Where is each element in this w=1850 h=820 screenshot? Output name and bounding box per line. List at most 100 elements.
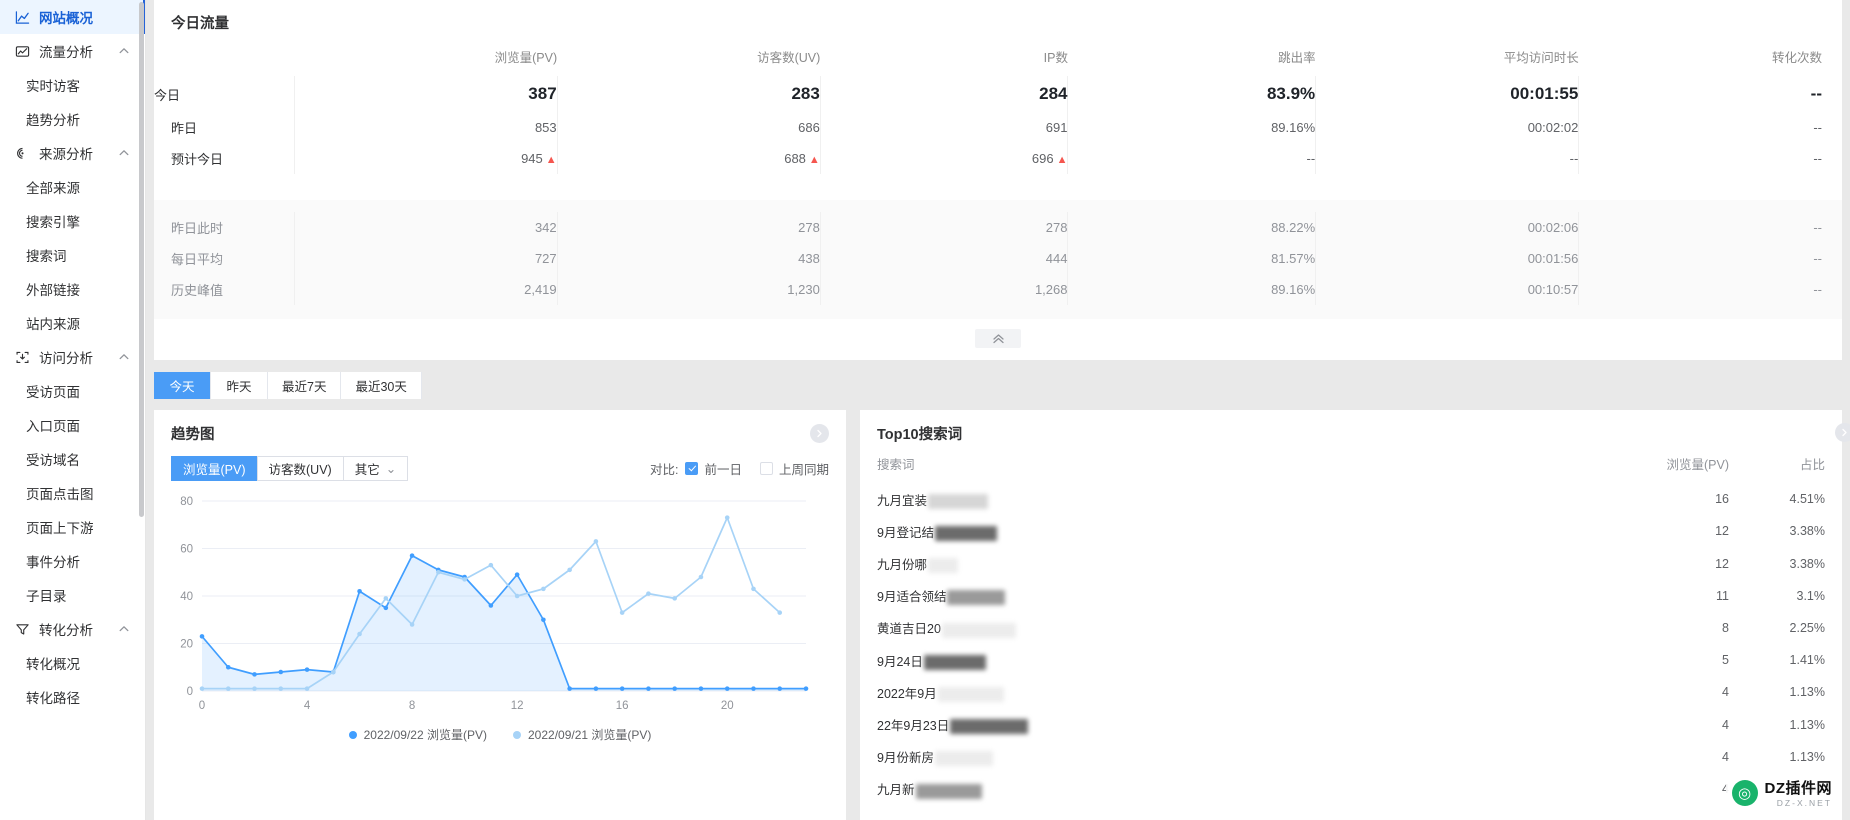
date-range-tabs: 今天 昨天 最近7天 最近30天 xyxy=(154,372,1842,399)
sidebar-subitem-9[interactable]: 站内来源 xyxy=(0,306,146,340)
compare-option-0[interactable]: 前一日 xyxy=(685,459,742,478)
traffic-cell-value: 945 xyxy=(521,151,543,166)
sidebar-subitem-15[interactable]: 页面上下游 xyxy=(0,510,146,544)
metric-button-label: 访客数(UV) xyxy=(268,463,332,477)
top10-panel-title: Top10搜索词 xyxy=(877,427,963,443)
trend-up-arrow-icon: ▲ xyxy=(545,154,557,166)
checkbox[interactable] xyxy=(685,462,699,475)
sidebar-subitem-19[interactable]: 转化概况 xyxy=(0,646,146,680)
top10-keyword-text: 9月适合领结 xyxy=(877,590,947,605)
sidebar-subitem-5[interactable]: 全部来源 xyxy=(0,170,146,204)
sidebar-subitem-13[interactable]: 受访域名 xyxy=(0,442,146,476)
legend-item-0[interactable]: 2022/09/22 浏览量(PV) xyxy=(348,726,487,743)
sidebar-subitem-label: 外部链接 xyxy=(26,283,80,298)
chevron-up-icon[interactable] xyxy=(118,45,130,57)
trend-up-arrow-icon: ▲ xyxy=(1056,154,1068,166)
sidebar-subitem-7[interactable]: 搜索词 xyxy=(0,238,146,272)
sidebar-item-4[interactable]: 来源分析 xyxy=(0,136,146,170)
traffic-cell: -- xyxy=(1578,143,1842,174)
chevron-up-icon[interactable] xyxy=(118,351,130,363)
top10-keyword-cell[interactable]: 九月新 xyxy=(860,773,1626,805)
sidebar-item-10[interactable]: 访问分析 xyxy=(0,340,146,374)
top10-keyword-text: 九月份哪 xyxy=(877,557,928,572)
collapse-toggle-button[interactable] xyxy=(975,329,1021,348)
traffic-col-header-0 xyxy=(154,33,294,76)
sidebar-subitem-2[interactable]: 实时访客 xyxy=(0,68,146,102)
svg-text:0: 0 xyxy=(199,700,205,712)
sidebar-subitem-label: 受访域名 xyxy=(26,453,80,468)
sidebar-subitem-14[interactable]: 页面点击图 xyxy=(0,476,146,510)
metric-button-label: 浏览量(PV) xyxy=(183,463,246,477)
sidebar-item-18[interactable]: 转化分析 xyxy=(0,612,146,646)
sidebar-item-1[interactable]: 流量分析 xyxy=(0,34,146,68)
sidebar-subitem-8[interactable]: 外部链接 xyxy=(0,272,146,306)
compare-options: 前一日 上周同期 xyxy=(685,459,829,478)
chevron-right-circle-icon xyxy=(817,429,822,438)
traffic-gray-cell: 00:01:56 xyxy=(1315,243,1579,274)
compare-option-1[interactable]: 上周同期 xyxy=(759,459,829,478)
tab-1[interactable]: 昨天 xyxy=(211,372,268,399)
top10-keyword-text: 9月24日 xyxy=(877,654,923,669)
top10-keyword-cell[interactable]: 9月适合领结 xyxy=(860,580,1626,612)
sidebar-subitem-6[interactable]: 搜索引擎 xyxy=(0,204,146,238)
top10-keyword-cell[interactable]: 2022年9月 xyxy=(860,676,1626,708)
sidebar-item-0[interactable]: 网站概况 xyxy=(0,0,146,34)
tab-3[interactable]: 最近30天 xyxy=(341,372,422,399)
sidebar-scrollbar-thumb[interactable] xyxy=(139,2,144,517)
trend-chart-svg: 0 20 40 60 80 0 4 8 12 16 20 xyxy=(180,496,809,712)
top10-keyword-cell[interactable]: 九月宜装 xyxy=(860,483,1626,515)
top10-keyword-cell[interactable]: 9月份新房 xyxy=(860,741,1626,773)
top10-expand-button[interactable] xyxy=(1835,423,1850,442)
svg-text:8: 8 xyxy=(409,700,415,712)
top10-keyword-cell[interactable]: 22年9月23日 xyxy=(860,708,1626,740)
sidebar-scrollbar[interactable] xyxy=(139,0,145,820)
trend-expand-button[interactable] xyxy=(810,424,829,443)
metric-button-2[interactable]: 其它 ⌄ xyxy=(342,456,409,481)
metric-button-1[interactable]: 访客数(UV) xyxy=(256,456,343,481)
traffic-gray-cell: 81.57% xyxy=(1067,243,1316,274)
traffic-col-header-6: 转化次数 xyxy=(1771,51,1822,65)
top10-pct-cell: 1.13% xyxy=(1789,749,1825,764)
traffic-gray-cell: -- xyxy=(1578,274,1842,305)
table-row: 22年9月23日 4 1.13% xyxy=(860,708,1842,740)
top10-keyword-text: 九月宜装 xyxy=(877,493,928,508)
sidebar-subitem-17[interactable]: 子目录 xyxy=(0,578,146,612)
top10-keyword-cell[interactable]: 黄道吉日20 xyxy=(860,612,1626,644)
top10-keyword-cell[interactable]: 9月登记结 xyxy=(860,515,1626,547)
sidebar-subitem-16[interactable]: 事件分析 xyxy=(0,544,146,578)
traffic-gray-cell: -- xyxy=(1578,212,1842,243)
tab-0[interactable]: 今天 xyxy=(154,372,211,399)
sidebar-subitem-label: 转化路径 xyxy=(26,691,80,706)
tab-2[interactable]: 最近7天 xyxy=(268,372,342,399)
svg-text:0: 0 xyxy=(187,686,193,698)
traffic-header-row: 浏览量(PV) 访客数(UV) IP数 跳出率 平均访问时长 转化次数 xyxy=(154,33,1842,76)
traffic-cell: -- xyxy=(1067,143,1316,174)
table-row: 九月份哪 12 3.38% xyxy=(860,547,1842,579)
traffic-gray-cell: -- xyxy=(1578,243,1842,274)
chevron-double-up-icon xyxy=(992,334,1004,344)
top10-keyword-cell[interactable]: 9月24日 xyxy=(860,644,1626,676)
sidebar-subitem-20[interactable]: 转化路径 xyxy=(0,680,146,714)
sidebar-item-label: 来源分析 xyxy=(39,147,93,162)
metric-button-0[interactable]: 浏览量(PV) xyxy=(171,456,257,481)
checkbox[interactable] xyxy=(759,462,773,475)
sidebar-subitem-3[interactable]: 趋势分析 xyxy=(0,102,146,136)
table-row: 每日平均 727 438 444 81.57% 00:01:56 -- xyxy=(154,243,1842,274)
chevron-up-icon[interactable] xyxy=(118,147,130,159)
traffic-cell-value: 283 xyxy=(791,84,820,103)
sidebar-subitem-12[interactable]: 入口页面 xyxy=(0,408,146,442)
traffic-cell-value: -- xyxy=(1813,151,1822,166)
top10-col-header-2: 占比 xyxy=(1799,458,1825,472)
legend-item-1[interactable]: 2022/09/21 浏览量(PV) xyxy=(513,726,651,743)
top10-keyword-cell[interactable]: 九月份哪 xyxy=(860,547,1626,579)
chevron-up-icon[interactable] xyxy=(118,623,130,635)
traffic-cell: 945 ▲ xyxy=(293,143,558,174)
sidebar-subitem-11[interactable]: 受访页面 xyxy=(0,374,146,408)
top10-pv-cell: 11 xyxy=(1716,588,1729,603)
table-row: 历史峰值 2,419 1,230 1,268 89.16% 00:10:57 -- xyxy=(154,274,1842,305)
traffic-cell-value: 686 xyxy=(798,120,820,135)
legend-label: 2022/09/22 浏览量(PV) xyxy=(363,728,487,742)
image-chart-icon xyxy=(14,43,30,59)
top10-keyword-text: 22年9月23日 xyxy=(877,718,950,733)
redacted-block xyxy=(950,719,1029,735)
